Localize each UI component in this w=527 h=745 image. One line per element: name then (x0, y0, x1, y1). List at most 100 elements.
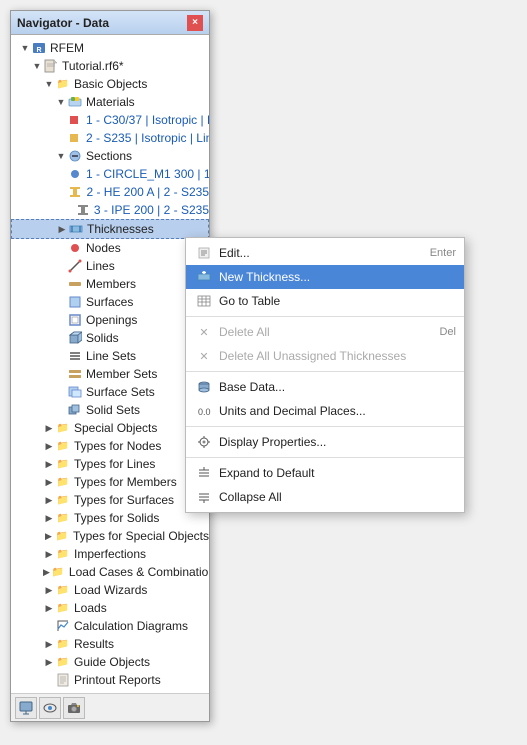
mat1-label: 1 - C30/37 | Isotropic | Linear Elastic (86, 113, 209, 127)
thicknesses-label: Thicknesses (87, 222, 154, 236)
tree-item-types-nodes[interactable]: ▶ 📁 Types for Nodes (11, 437, 209, 455)
delete-unassigned-label: Delete All Unassigned Thicknesses (219, 349, 406, 363)
nodes-label: Nodes (86, 241, 121, 255)
new-thickness-label: New Thickness... (219, 270, 310, 284)
types-nodes-label: Types for Nodes (74, 439, 161, 453)
ctx-edit[interactable]: Edit... Enter (186, 241, 464, 265)
results-label: Results (74, 637, 114, 651)
tree-item-nodes[interactable]: Nodes (11, 239, 209, 257)
delete-all-icon: ✕ (194, 324, 214, 340)
tree-item-guide-objects[interactable]: ▶ 📁 Guide Objects (11, 653, 209, 671)
go-to-table-icon (194, 293, 214, 309)
tree-item-load-cases[interactable]: ▶ 📁 Load Cases & Combinations (11, 563, 209, 581)
tree-item-types-surfaces[interactable]: ▶ 📁 Types for Surfaces (11, 491, 209, 509)
ctx-display-props[interactable]: Display Properties... (186, 430, 464, 454)
tree-item-solid-sets[interactable]: Solid Sets (11, 401, 209, 419)
title-bar: Navigator - Data × (11, 11, 209, 35)
edit-label: Edit... (219, 246, 250, 260)
types-lines-label: Types for Lines (74, 457, 155, 471)
eye-button[interactable] (39, 697, 61, 719)
tree-item-types-solids[interactable]: ▶ 📁 Types for Solids (11, 509, 209, 527)
tree-item-imperfections[interactable]: ▶ 📁 Imperfections (11, 545, 209, 563)
base-data-label: Base Data... (219, 380, 285, 394)
tree-item-members[interactable]: Members (11, 275, 209, 293)
tree-item-basic-objects[interactable]: ▼ 📁 Basic Objects (11, 75, 209, 93)
tree-item-sections[interactable]: ▼ Sections (11, 147, 209, 165)
tree-item-load-wizards[interactable]: ▶ 📁 Load Wizards (11, 581, 209, 599)
context-menu: Edit... Enter New Thickness... Go to Tab… (185, 237, 465, 513)
lines-label: Lines (86, 259, 115, 273)
tree-item-results[interactable]: ▶ 📁 Results (11, 635, 209, 653)
ctx-collapse[interactable]: Collapse All (186, 485, 464, 509)
close-button[interactable]: × (187, 15, 203, 31)
tree-item-types-members[interactable]: ▶ 📁 Types for Members (11, 473, 209, 491)
types-solids-label: Types for Solids (74, 511, 159, 525)
display-props-label: Display Properties... (219, 435, 326, 449)
loads-label: Loads (74, 601, 107, 615)
printout-label: Printout Reports (74, 673, 161, 687)
svg-text:R: R (36, 47, 41, 54)
tree-item-loads[interactable]: ▶ 📁 Loads (11, 599, 209, 617)
base-data-icon (194, 379, 214, 395)
tree-item-openings[interactable]: Openings (11, 311, 209, 329)
separator-2 (186, 371, 464, 372)
tree-item-types-special[interactable]: ▶ 📁 Types for Special Objects (11, 527, 209, 545)
tree-item-lines[interactable]: Lines (11, 257, 209, 275)
types-members-label: Types for Members (74, 475, 177, 489)
ctx-units[interactable]: 0.0 Units and Decimal Places... (186, 399, 464, 423)
surfaces-label: Surfaces (86, 295, 133, 309)
sec2-label: 2 - HE 200 A | 2 - S235 (86, 185, 209, 199)
tree-item-mat2[interactable]: 2 - S235 | Isotropic | Linear Elastic (11, 129, 209, 147)
rfem-label: RFEM (50, 41, 84, 55)
tree-item-sec2[interactable]: 2 - HE 200 A | 2 - S235 (11, 183, 209, 201)
ctx-delete-all: ✕ Delete All Del (186, 320, 464, 344)
tree-item-mat1[interactable]: 1 - C30/37 | Isotropic | Linear Elastic (11, 111, 209, 129)
tree-item-file[interactable]: ▼ Tutorial.rf6* (11, 57, 209, 75)
tree-item-sec1[interactable]: 1 - CIRCLE_M1 300 | 1 - C30/37 (11, 165, 209, 183)
window-title: Navigator - Data (17, 16, 109, 30)
line-sets-label: Line Sets (86, 349, 136, 363)
members-label: Members (86, 277, 136, 291)
tree-item-surface-sets[interactable]: Surface Sets (11, 383, 209, 401)
materials-label: Materials (86, 95, 135, 109)
guide-objects-label: Guide Objects (74, 655, 150, 669)
load-wizards-label: Load Wizards (74, 583, 147, 597)
solids-label: Solids (86, 331, 119, 345)
tree-item-thicknesses[interactable]: ▶ Thicknesses (11, 219, 209, 239)
tree-item-solids[interactable]: Solids (11, 329, 209, 347)
load-cases-label: Load Cases & Combinations (69, 565, 209, 579)
member-sets-label: Member Sets (86, 367, 157, 381)
ctx-go-to-table[interactable]: Go to Table (186, 289, 464, 313)
display-props-icon (194, 434, 214, 450)
solid-sets-label: Solid Sets (86, 403, 140, 417)
tree-item-printout[interactable]: Printout Reports (11, 671, 209, 689)
tree-item-materials[interactable]: ▼ Materials (11, 93, 209, 111)
new-thickness-icon (194, 269, 214, 285)
tree-item-sec3[interactable]: 3 - IPE 200 | 2 - S235 (11, 201, 209, 219)
tree-item-member-sets[interactable]: Member Sets (11, 365, 209, 383)
navigator-window: Navigator - Data × ▼ R RFEM ▼ Tutorial.r… (10, 10, 210, 722)
separator-3 (186, 426, 464, 427)
toolbar (11, 693, 209, 721)
separator-1 (186, 316, 464, 317)
tree-item-calc-diagrams[interactable]: Calculation Diagrams (11, 617, 209, 635)
mat2-label: 2 - S235 | Isotropic | Linear Elastic (86, 131, 209, 145)
collapse-label: Collapse All (219, 490, 282, 504)
go-to-table-label: Go to Table (219, 294, 280, 308)
basic-objects-label: Basic Objects (74, 77, 147, 91)
monitor-button[interactable] (15, 697, 37, 719)
tree-item-surfaces[interactable]: Surfaces (11, 293, 209, 311)
ctx-new-thickness[interactable]: New Thickness... (186, 265, 464, 289)
tree-item-rfem[interactable]: ▼ R RFEM (11, 39, 209, 57)
ctx-expand[interactable]: Expand to Default (186, 461, 464, 485)
tree-item-special-objects[interactable]: ▶ 📁 Special Objects (11, 419, 209, 437)
tree-item-line-sets[interactable]: Line Sets (11, 347, 209, 365)
tree-item-types-lines[interactable]: ▶ 📁 Types for Lines (11, 455, 209, 473)
camera-button[interactable] (63, 697, 85, 719)
imperfections-label: Imperfections (74, 547, 146, 561)
types-surfaces-label: Types for Surfaces (74, 493, 174, 507)
edit-shortcut: Enter (430, 247, 456, 259)
ctx-base-data[interactable]: Base Data... (186, 375, 464, 399)
delete-all-label: Delete All (219, 325, 270, 339)
delete-all-shortcut: Del (439, 326, 456, 338)
